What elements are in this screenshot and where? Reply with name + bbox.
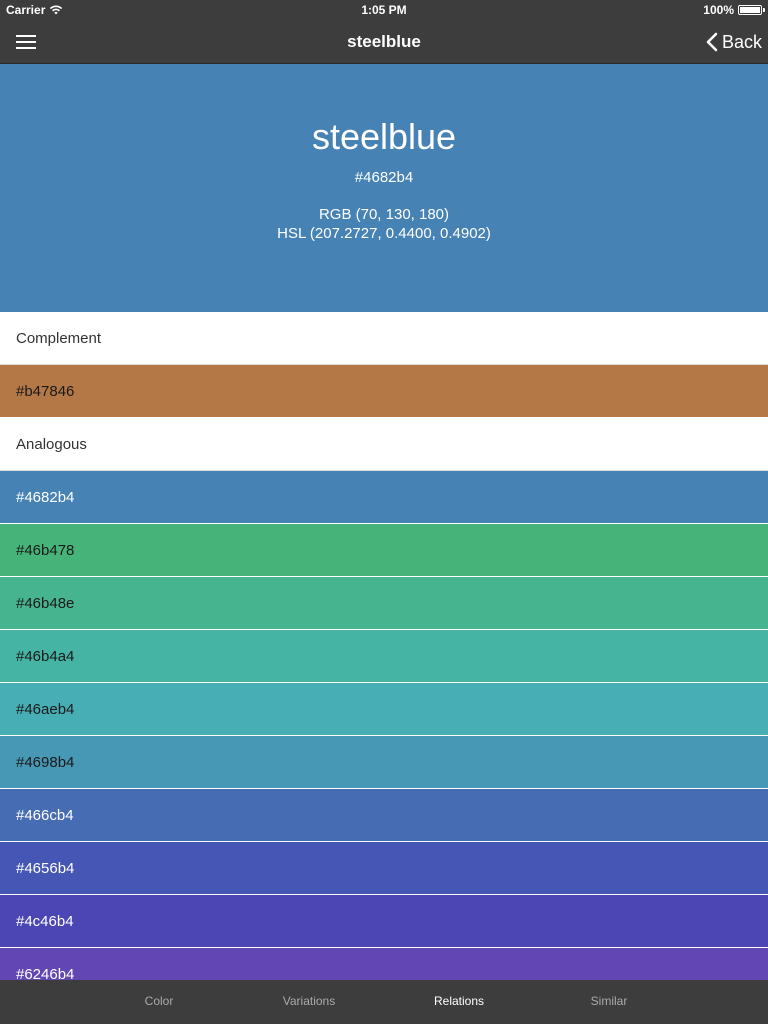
navigation-bar: steelblue Back [0, 20, 768, 64]
battery-percent: 100% [703, 3, 734, 17]
swatch-row[interactable]: #4c46b4 [0, 895, 768, 948]
section-header-analogous: Analogous [0, 418, 768, 471]
swatch-row[interactable]: #4656b4 [0, 842, 768, 895]
color-rgb: RGB (70, 130, 180) [318, 206, 450, 223]
back-label: Back [721, 31, 762, 52]
status-battery: 100% [703, 3, 765, 17]
color-hex: #4682b4 [354, 169, 414, 186]
color-hsl: HSL (207.2727, 0.4400, 0.4902) [277, 225, 491, 242]
tab-relations[interactable]: Relations [384, 980, 534, 1024]
section-header-complement: Complement [0, 312, 768, 365]
back-button[interactable]: Back [706, 28, 762, 56]
status-bar: Carrier 1:05 PM 100% [0, 0, 768, 20]
swatch-row[interactable]: #46aeb4 [0, 683, 768, 736]
swatch-row[interactable]: #4682b4 [0, 471, 768, 524]
swatch-row[interactable]: #46b478 [0, 524, 768, 577]
tab-similar[interactable]: Similar [534, 980, 684, 1024]
battery-icon [738, 5, 765, 15]
hamburger-icon-line [16, 41, 36, 43]
swatch-row[interactable]: #46b48e [0, 577, 768, 630]
menu-button[interactable] [10, 28, 42, 56]
complement-swatches: #b47846 [0, 365, 768, 418]
tab-bar: Color Variations Relations Similar [0, 980, 768, 1024]
hamburger-icon-line [16, 35, 36, 37]
color-hero-panel: steelblue #4682b4 RGB (70, 130, 180) HSL… [0, 64, 768, 312]
swatch-row[interactable]: #6246b4 [0, 948, 768, 980]
relations-list[interactable]: Complement #b47846 Analogous #4682b4 #46b… [0, 312, 768, 980]
swatch-row[interactable]: #b47846 [0, 365, 768, 418]
color-name: steelblue [311, 116, 457, 157]
swatch-row[interactable]: #4698b4 [0, 736, 768, 789]
swatch-row[interactable]: #46b4a4 [0, 630, 768, 683]
swatch-row[interactable]: #466cb4 [0, 789, 768, 842]
tab-variations[interactable]: Variations [234, 980, 384, 1024]
chevron-left-icon [706, 32, 718, 52]
page-title: steelblue [347, 32, 421, 51]
tab-color[interactable]: Color [84, 980, 234, 1024]
status-time: 1:05 PM [361, 3, 407, 17]
hamburger-icon-line [16, 47, 36, 49]
analogous-swatches: #4682b4 #46b478 #46b48e #46b4a4 #46aeb4 #4698… [0, 471, 768, 980]
